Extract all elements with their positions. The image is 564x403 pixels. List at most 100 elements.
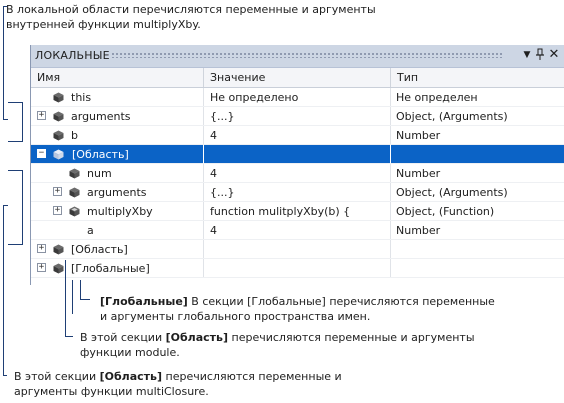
- row-column-separator: [390, 107, 391, 126]
- tree-row[interactable]: num 4 Number: [31, 164, 564, 183]
- row-column-separator: [203, 107, 204, 126]
- method-cube-icon: [69, 206, 80, 217]
- expand-icon[interactable]: +: [37, 244, 46, 253]
- row-type: [396, 145, 562, 164]
- cube-icon: [53, 149, 64, 160]
- row-type: Object, (Arguments): [396, 110, 508, 123]
- row-column-separator: [390, 183, 391, 202]
- callout-module-scope: В этой секции [Область] перечисляются пе…: [80, 330, 475, 360]
- tree-row[interactable]: + [Глобальные]: [31, 259, 564, 278]
- row-type: Object, (Arguments): [396, 186, 508, 199]
- connector-global-arm: [72, 280, 73, 314]
- cube-icon: [53, 263, 64, 274]
- callout-closure-scope: В этой секции [Область] перечисляются пе…: [14, 369, 342, 399]
- connector-global: [80, 280, 81, 299]
- row-column-separator: [203, 183, 204, 202]
- bracket-scope-connector: [3, 205, 4, 375]
- connector-global-tick: [80, 299, 90, 300]
- callout-global-text: В секции [Глобальные] перечисляются пере…: [187, 295, 495, 308]
- cube-icon: [53, 92, 64, 103]
- tree-row[interactable]: a 4 Number: [31, 221, 564, 240]
- row-value[interactable]: [210, 240, 388, 259]
- cube-icon: [53, 244, 64, 255]
- cube-icon: [53, 111, 64, 122]
- column-header: Имя Значение Тип: [31, 68, 564, 88]
- callout-global-text-2: и аргументы глобального пространства име…: [100, 310, 371, 323]
- callout-module-text-2: функции module.: [80, 346, 180, 359]
- row-type: [396, 240, 562, 259]
- row-value[interactable]: 4: [210, 164, 388, 183]
- expand-icon[interactable]: +: [53, 206, 62, 215]
- column-header-type[interactable]: Тип: [391, 68, 564, 87]
- bracket-scope-vars: [8, 170, 23, 245]
- row-type: Object, (Function): [396, 205, 495, 218]
- callout-closure-bold: [Область]: [99, 370, 163, 383]
- row-name: [Область]: [72, 148, 129, 161]
- row-divider: [31, 277, 564, 278]
- bracket-top-connector: [3, 6, 4, 119]
- row-name: [Область]: [71, 243, 128, 256]
- row-name: [Глобальные]: [71, 262, 150, 275]
- row-type: Не определен: [396, 91, 478, 104]
- tree-row[interactable]: + arguments {...} Object, (Arguments): [31, 183, 564, 202]
- row-column-separator: [203, 202, 204, 221]
- callout-closure-text-2: аргументы функции multiClosure.: [14, 385, 209, 398]
- row-value[interactable]: {...}: [210, 183, 388, 202]
- titlebar-grip[interactable]: [111, 52, 503, 58]
- tree-row[interactable]: b 4 Number: [31, 126, 564, 145]
- row-column-separator: [390, 259, 391, 278]
- cube-icon: [69, 187, 80, 198]
- row-column-separator: [390, 202, 391, 221]
- row-column-separator: [203, 259, 204, 278]
- row-value[interactable]: Не определено: [210, 88, 388, 107]
- close-icon[interactable]: ✕: [547, 48, 561, 62]
- row-name: arguments: [71, 110, 131, 123]
- tree-row[interactable]: − [Область]: [31, 145, 564, 164]
- column-header-value[interactable]: Значение: [204, 68, 390, 87]
- tree-row[interactable]: + multiplyXby function mulitplyXby(b) {Obj…: [31, 202, 564, 221]
- row-value[interactable]: [210, 259, 388, 278]
- callout-module-pre: В этой секции: [80, 331, 166, 344]
- callout-global-bold: [Глобальные]: [100, 295, 188, 308]
- column-header-name[interactable]: Имя: [31, 68, 203, 87]
- row-name: a: [87, 224, 94, 237]
- expand-icon[interactable]: +: [53, 187, 62, 196]
- pin-icon[interactable]: [533, 48, 547, 62]
- tree-row[interactable]: + [Область]: [31, 240, 564, 259]
- tree-row[interactable]: + arguments {...} Object, (Arguments): [31, 107, 564, 126]
- row-column-separator: [203, 240, 204, 259]
- row-column-separator: [390, 221, 391, 240]
- row-column-separator: [390, 126, 391, 145]
- callout-closure-rest: перечисляются переменные и: [162, 370, 342, 383]
- row-column-separator: [390, 145, 391, 164]
- callout-module-rest: перечисляются переменные и аргументы: [228, 331, 475, 344]
- window-titlebar: ЛОКАЛЬНЫЕ ▼ ✕: [31, 45, 564, 68]
- row-column-separator: [390, 88, 391, 107]
- row-name: num: [87, 167, 112, 180]
- expand-icon[interactable]: +: [37, 111, 46, 120]
- row-value[interactable]: 4: [210, 126, 388, 145]
- cube-icon: [53, 130, 64, 141]
- callout-closure-pre: В этой секции: [14, 370, 100, 383]
- row-name: b: [71, 129, 78, 142]
- connector-module-scope-tick: [65, 336, 73, 337]
- bracket-scope-tick: [3, 375, 7, 376]
- row-value[interactable]: function mulitplyXby(b) {: [210, 202, 388, 221]
- window-title: ЛОКАЛЬНЫЕ: [35, 49, 112, 62]
- cube-icon: [69, 168, 80, 179]
- locals-window: ЛОКАЛЬНЫЕ ▼ ✕ Имя Значение Тип this Не оп…: [30, 45, 564, 285]
- row-value[interactable]: 4: [210, 221, 388, 240]
- row-column-separator: [203, 88, 204, 107]
- row-value[interactable]: [210, 145, 388, 164]
- collapse-icon[interactable]: −: [37, 149, 46, 158]
- connector-module-scope: [65, 260, 66, 336]
- expand-icon[interactable]: +: [37, 263, 46, 272]
- dropdown-arrow-icon[interactable]: ▼: [520, 48, 534, 62]
- row-type: Number: [396, 167, 441, 180]
- row-column-separator: [203, 145, 204, 164]
- row-column-separator: [203, 164, 204, 183]
- row-type: Number: [396, 129, 441, 142]
- tree-row[interactable]: this Не определено Не определен: [31, 88, 564, 107]
- row-name: this: [71, 91, 92, 104]
- row-value[interactable]: {...}: [210, 107, 388, 126]
